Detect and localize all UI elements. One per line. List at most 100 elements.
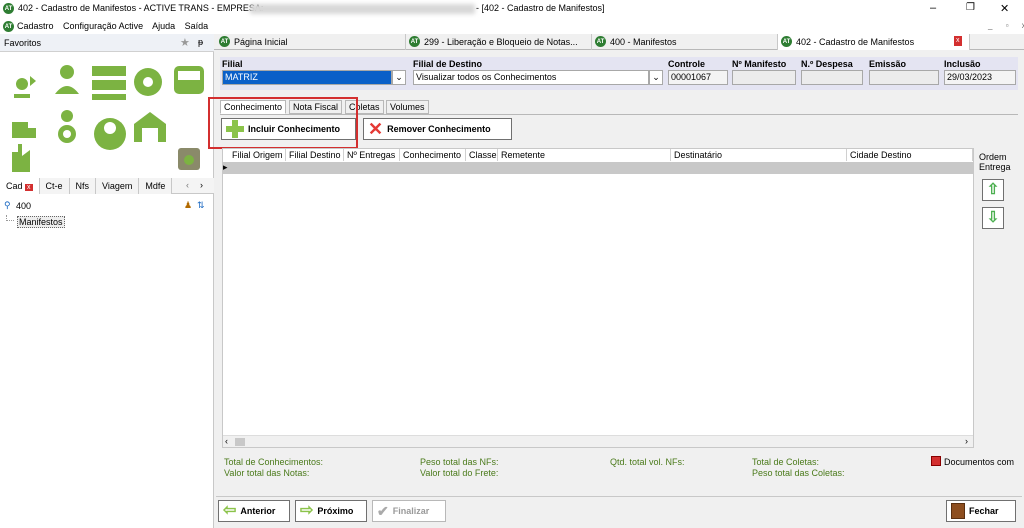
menu-cadastro[interactable]: Cadastro: [17, 21, 54, 31]
close-icon[interactable]: x: [25, 184, 33, 191]
tab-402[interactable]: AT 402 - Cadastro de Manifestos: [778, 34, 970, 50]
minimize-button[interactable]: –: [930, 2, 936, 14]
chevron-left-icon[interactable]: ‹: [186, 180, 189, 190]
search-icon: ⚲: [4, 200, 11, 210]
despesa-label: N.º Despesa: [801, 59, 853, 69]
row-indicator-icon: ▸: [223, 162, 228, 172]
col-filial-origem[interactable]: Filial Origem: [229, 149, 286, 161]
total-coletas-label: Total de Coletas:: [752, 457, 820, 467]
document-tabs: AT Página Inicial AT 299 - Liberação e Blo…: [214, 34, 1024, 50]
destino-label: Filial de Destino: [413, 59, 483, 69]
scroll-left-icon[interactable]: ‹: [225, 436, 228, 446]
menu-bar: AT Cadastro Configuração Active Ajuda Sa…: [0, 18, 1024, 34]
tab-299[interactable]: AT 299 - Liberação e Bloqueio de Notas...: [406, 34, 592, 50]
scroll-thumb[interactable]: [235, 438, 245, 446]
anterior-button[interactable]: ⇦ Anterior: [218, 500, 290, 522]
app-logo-icon: AT: [3, 3, 14, 14]
check-icon: ✔: [377, 503, 389, 519]
tree-line: [6, 215, 14, 221]
scroll-right-icon[interactable]: ›: [965, 436, 968, 446]
emissao-label: Emissão: [869, 59, 907, 69]
table-row[interactable]: [223, 162, 973, 174]
person-icon[interactable]: ♟: [184, 200, 192, 211]
inclusao-field[interactable]: 29/03/2023: [944, 70, 1016, 85]
menu-configuracao[interactable]: Configuração Active: [63, 21, 143, 31]
col-conhecimento[interactable]: Conhecimento: [400, 149, 466, 161]
tab-400[interactable]: AT 400 - Manifestos: [592, 34, 778, 50]
manifesto-label: Nº Manifesto: [732, 59, 787, 69]
menu-logo-icon: AT: [3, 21, 14, 32]
restore-button[interactable]: ❐: [966, 2, 975, 13]
mdi-restore-button[interactable]: ▫: [1006, 21, 1009, 30]
incluir-conhecimento-button[interactable]: Incluir Conhecimento: [221, 118, 356, 140]
filial-label: Filial: [222, 59, 243, 69]
remover-conhecimento-button[interactable]: ✕ Remover Conhecimento: [363, 118, 512, 140]
proximo-button[interactable]: ⇨ Próximo: [295, 500, 367, 522]
factory-icon: [12, 144, 30, 172]
filial-select[interactable]: MATRIZ: [222, 70, 392, 85]
col-n-entregas[interactable]: Nº Entregas: [344, 149, 400, 161]
sort-icon[interactable]: ⇅: [197, 200, 205, 211]
close-button[interactable]: ✕: [1000, 2, 1009, 15]
left-pane: Favoritos ★ ᵽ Cad x Ct-e Nfs Viagem Mdfe…: [0, 34, 214, 528]
app-logo-icon: AT: [781, 36, 792, 47]
despesa-field[interactable]: [801, 70, 863, 85]
col-filial-destino[interactable]: Filial Destino: [286, 149, 344, 161]
finalizar-button[interactable]: ✔ Finalizar: [372, 500, 446, 522]
chevron-down-icon[interactable]: ⌄: [649, 70, 663, 85]
driver-icon: [58, 110, 76, 143]
col-cidade-destino[interactable]: Cidade Destino: [847, 149, 973, 161]
redacted-company: [250, 4, 475, 14]
window-title: 402 - Cadastro de Manifestos - ACTIVE TR…: [18, 3, 264, 13]
favorites-label: Favoritos: [4, 38, 42, 48]
col-remetente[interactable]: Remetente: [498, 149, 671, 161]
tab-nfs[interactable]: Nfs: [69, 178, 97, 194]
warehouse-icon: [134, 112, 166, 142]
conhecimentos-grid[interactable]: Filial Origem Filial Destino Nº Entregas…: [222, 148, 974, 448]
manifesto-field[interactable]: [732, 70, 796, 85]
inclusao-label: Inclusão: [944, 59, 981, 69]
close-tab-icon[interactable]: x: [954, 36, 962, 46]
tab-cte[interactable]: Ct-e: [39, 178, 70, 194]
app-logo-icon: AT: [595, 36, 606, 47]
fechar-button[interactable]: Fechar: [946, 500, 1016, 522]
peso-nfs-label: Peso total das NFs:: [420, 457, 499, 467]
search-input[interactable]: 400: [16, 201, 31, 211]
bus-icon: [174, 66, 204, 94]
pin-icon[interactable]: ᵽ: [198, 37, 203, 47]
title-bar: AT 402 - Cadastro de Manifestos - ACTIVE…: [0, 0, 1024, 18]
chevron-down-icon[interactable]: ⌄: [392, 70, 406, 85]
plus-icon: [226, 120, 244, 138]
footer-divider: [216, 496, 1022, 497]
move-down-button[interactable]: ⇩: [982, 207, 1004, 229]
col-destinatario[interactable]: Destinatário: [671, 149, 847, 161]
search-box[interactable]: ⚲ 400 ♟ ⇅: [2, 200, 212, 214]
move-up-button[interactable]: ⇧: [982, 179, 1004, 201]
truck-icon: [12, 122, 36, 138]
valor-frete-label: Valor total do Frete:: [420, 468, 499, 478]
documentos-label: Documentos com: [944, 457, 1015, 467]
chevron-right-icon[interactable]: ›: [200, 180, 203, 190]
recycle-bin-icon: [178, 148, 200, 170]
tab-cad[interactable]: Cad x: [0, 178, 40, 194]
mdi-minimize-button[interactable]: _: [988, 21, 992, 30]
horizontal-scrollbar[interactable]: ‹ ›: [223, 435, 973, 447]
destino-select[interactable]: Visualizar todos os Conhecimentos: [413, 70, 649, 85]
col-classe[interactable]: Classe: [466, 149, 498, 161]
star-icon[interactable]: ★: [180, 36, 190, 49]
ordem-entrega-label: Ordem Entrega: [979, 152, 1011, 172]
tab-viagem[interactable]: Viagem: [96, 178, 140, 194]
menu-ajuda[interactable]: Ajuda: [152, 21, 175, 31]
tree-item-manifestos[interactable]: Manifestos: [17, 216, 65, 228]
tab-pagina-inicial[interactable]: AT Página Inicial: [216, 34, 406, 50]
valor-notas-label: Valor total das Notas:: [224, 468, 310, 478]
controle-field[interactable]: 00001067: [668, 70, 728, 85]
emissao-field[interactable]: [869, 70, 939, 85]
app-logo-icon: AT: [409, 36, 420, 47]
app-logo-icon: AT: [219, 36, 230, 47]
tab-mdfe[interactable]: Mdfe: [139, 178, 173, 194]
documentos-color-swatch: [931, 456, 941, 466]
tab-volumes[interactable]: Volumes: [386, 100, 429, 114]
menu-saida[interactable]: Saída: [185, 21, 209, 31]
qtd-vol-label: Qtd. total vol. NFs:: [610, 457, 685, 467]
